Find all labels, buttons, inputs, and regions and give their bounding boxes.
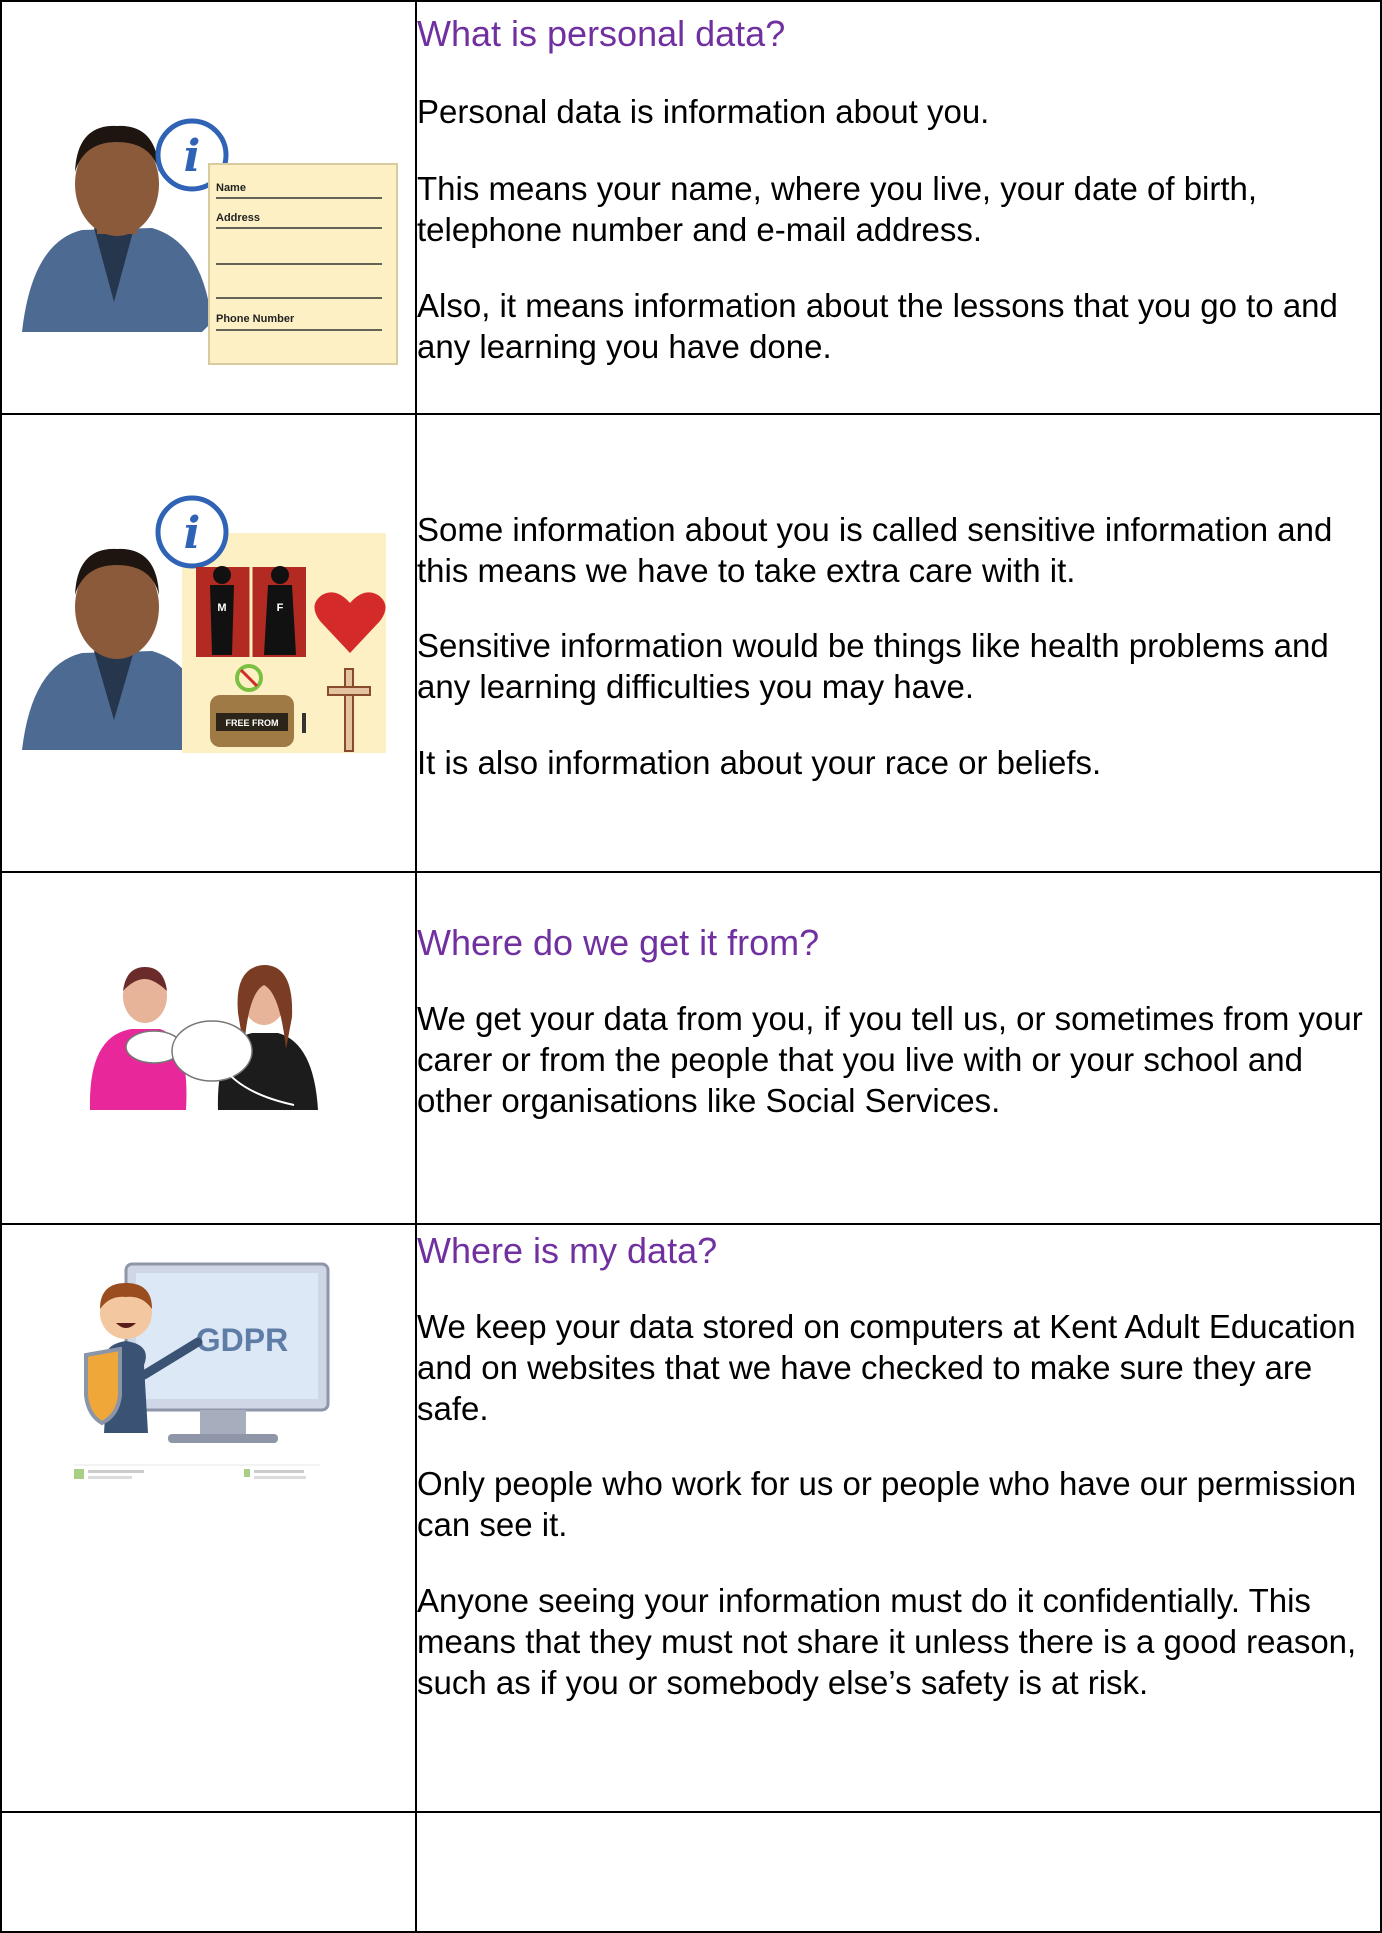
svg-text:i: i bbox=[184, 508, 201, 559]
form-label-address: Address bbox=[216, 212, 260, 224]
paragraph: Anyone seeing your information must do i… bbox=[417, 1582, 1357, 1701]
image-cell: i Name Address Phone Number bbox=[0, 0, 417, 415]
paragraph: Also, it means information about the les… bbox=[417, 287, 1338, 365]
gender-label-m: M bbox=[217, 602, 226, 614]
gdpr-label: GDPR bbox=[196, 1322, 288, 1358]
table-row: Where do we get it from? We get your dat… bbox=[0, 871, 1382, 1225]
speech-bubble bbox=[171, 1020, 253, 1082]
text-cell: Where do we get it from? We get your dat… bbox=[415, 871, 1382, 1225]
paragraph: Personal data is information about you. bbox=[417, 93, 990, 130]
gdpr-illustration: GDPR bbox=[74, 1262, 330, 1479]
section-heading: Where do we get it from? bbox=[417, 922, 820, 963]
paragraph: This means your name, where you live, yo… bbox=[417, 170, 1258, 248]
gender-label-f: F bbox=[277, 602, 284, 614]
image-cell bbox=[0, 1811, 417, 1933]
svg-text:i: i bbox=[184, 131, 201, 182]
form-label-phone: Phone Number bbox=[216, 313, 295, 325]
monitor-icon: GDPR bbox=[124, 1262, 330, 1443]
conversation-illustration bbox=[89, 965, 318, 1110]
image-cell: i M F FREE FROM bbox=[0, 413, 417, 873]
text-cell: What is personal data? Personal data is … bbox=[415, 0, 1382, 415]
text-cell bbox=[415, 1811, 1382, 1933]
table-row: GDPR Where is my data? We keep your data… bbox=[0, 1223, 1382, 1813]
paragraph: Some information about you is called sen… bbox=[417, 511, 1333, 589]
sensitive-info-illustration: i M F FREE FROM bbox=[22, 495, 386, 753]
personal-data-illustration: i Name Address Phone Number bbox=[22, 118, 398, 365]
paragraph: We keep your data stored on computers at… bbox=[417, 1308, 1356, 1427]
shield-icon bbox=[84, 1346, 122, 1426]
form-label-name: Name bbox=[216, 182, 246, 194]
section-heading: What is personal data? bbox=[417, 13, 786, 54]
content-table: i Name Address Phone Number What is pers… bbox=[0, 0, 1382, 1933]
gender-icon: M F bbox=[196, 566, 306, 657]
form-card: Name Address Phone Number bbox=[208, 163, 398, 365]
text-cell: Some information about you is called sen… bbox=[415, 413, 1382, 873]
image-cell bbox=[0, 871, 417, 1225]
food-label: FREE FROM bbox=[226, 718, 279, 728]
image-cell: GDPR bbox=[0, 1223, 417, 1813]
paragraph: It is also information about your race o… bbox=[417, 744, 1102, 781]
table-row: i M F FREE FROM Some information about y… bbox=[0, 413, 1382, 873]
paragraph: Only people who work for us or people wh… bbox=[417, 1465, 1357, 1543]
section-heading: Where is my data? bbox=[417, 1230, 718, 1271]
image-footer bbox=[74, 1464, 320, 1479]
table-row: i Name Address Phone Number What is pers… bbox=[0, 0, 1382, 415]
paragraph: Sensitive information would be things li… bbox=[417, 627, 1329, 705]
info-icon: i bbox=[155, 495, 229, 569]
text-cell: Where is my data? We keep your data stor… bbox=[415, 1223, 1382, 1813]
paragraph: We get your data from you, if you tell u… bbox=[417, 1000, 1363, 1119]
table-row bbox=[0, 1811, 1382, 1933]
